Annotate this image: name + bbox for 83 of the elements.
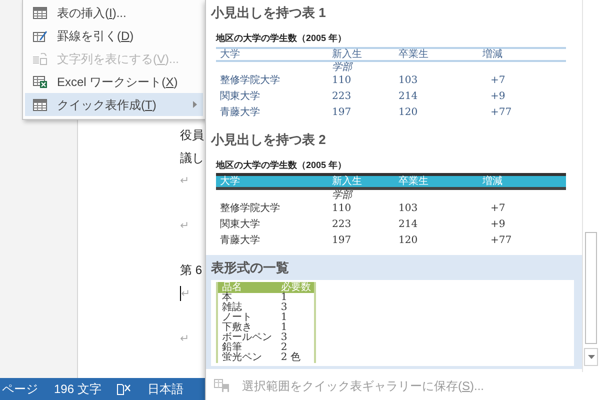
table-header-cell: 増減 [478,48,566,60]
body-text: 第 6 [180,263,202,277]
table-subheading: 学部 [328,188,394,201]
table-cell: 3 [276,333,315,343]
table-cell: 蛍光ペン [217,353,277,363]
menu-item[interactable]: 罫線を引く(D) [25,24,203,47]
table-header-cell: 卒業生 [394,48,478,60]
text-cursor [180,286,181,301]
table-cell-text: 214 [398,218,419,232]
table-cell-text: +77 [490,106,513,120]
table-cell-text: 223 [331,218,352,232]
spreadsheet-icon [33,76,47,88]
body-text: 議し [180,150,204,164]
table-icon [33,98,47,110]
table-subheading: 学部 [328,60,394,72]
table-header-cell: 増減 [478,174,566,188]
table-cell-text: +77 [490,234,513,248]
table-caption: 地区の大学の学生数（2005 年） [216,33,347,44]
table-cell: 2 色 [276,353,315,363]
table-cell-text: 214 [398,90,419,104]
table-cell-text: 青藤大学 [219,106,261,120]
table-cell: 本 [217,293,277,303]
gallery-item-title: 小見出しを持つ表 1 [211,4,326,22]
body-text: 役員 [180,128,204,142]
menu-item[interactable]: 表の挿入(I)... [25,1,203,24]
table-header-cell: 大学 [216,174,328,188]
paragraph-mark: ↵ [180,332,189,344]
table-header-cell: 卒業生 [394,174,478,188]
gallery-item[interactable]: 小見出しを持つ表 1 地区の大学の学生数（2005 年） 大学 新入生 卒業生 増減 学部 整修学院大学 110 103 +7 関東大学 223 214 +9 青藤大学 197 120 +77 [206,0,582,126]
table-cell: 鉛筆 [217,343,277,353]
scrollbar-thumb[interactable] [585,232,597,344]
table-cell: 下敷き [217,323,277,333]
table-cell-text: 120 [398,106,419,120]
scroll-down-button[interactable] [584,348,598,366]
table-header-cell: 新入生 [328,48,394,60]
table-cell-text: 197 [331,234,352,248]
table-cell-text: 整修学院大学 [219,202,281,216]
gallery-item-title: 表形式の一覧 [211,259,289,277]
table-cell-text: 223 [331,90,352,104]
table-cell-text: +9 [490,218,506,232]
paragraph-mark: ↵ [180,220,189,232]
table-cell-text: 110 [331,74,352,88]
table-cell-text: 103 [398,202,419,216]
menu-item[interactable]: Excel ワークシート(X) [25,70,203,93]
pencil-table-icon [33,30,47,42]
table-header-cell: 大学 [216,48,328,60]
table-cell-text: +7 [490,74,506,88]
table-cell-text: +9 [490,90,506,104]
table-cell-text: +7 [490,202,506,216]
table-cell: 3 [276,303,315,313]
table-cell-text: 120 [398,234,419,248]
table-cell-text: 103 [398,74,419,88]
table-cell: 1 [276,293,315,303]
table-header-cell: 必要数 [276,282,315,293]
paragraph-mark: ↵ [181,288,190,300]
status-text: 196 文字 [54,381,102,398]
down-arrow-icon [588,355,594,359]
table-cell-text: 110 [331,202,352,216]
table-cell-text: 関東大学 [219,218,261,232]
table-cell: ボールペン [217,333,277,343]
book-check-icon[interactable] [117,383,132,395]
gallery-item[interactable]: 表形式の一覧 品名 必要数 本 1 雑誌 3 ノート 1 下敷き 1 ボールペン 3 鉛筆 2 蛍光ペン 2 色 [206,255,582,369]
table-header-cell: 品名 [217,282,277,293]
status-text: 日本語 [147,381,184,398]
table-cell: 1 [276,323,315,333]
save-table-icon [214,379,230,393]
table-cell: 1 [276,313,315,323]
table-cell-text: 関東大学 [219,90,261,104]
table-cell: 雑誌 [217,303,277,313]
table-caption: 地区の大学の学生数（2005 年） [216,160,347,170]
text-table-icon [33,52,47,64]
table-cell-text: 197 [331,106,352,120]
table-cell: ノート [217,313,277,323]
table-cell: 2 [276,343,315,353]
gallery-item-title: 小見出しを持つ表 2 [211,130,326,148]
gallery-item[interactable]: 小見出しを持つ表 2 地区の大学の学生数（2005 年） 大学 新入生 卒業生 増減 学部 整修学院大学 110 103 +7 関東大学 223 214 +9 青藤大学 197 120 +77 [206,126,582,255]
paragraph-mark: ↵ [180,175,189,187]
menu-item[interactable]: クイック表作成(T) [25,93,203,116]
table-header-cell: 新入生 [328,174,394,188]
status-text: ページ [2,381,38,398]
table-cell-text: 青藤大学 [219,234,261,248]
table-cell-text: 整修学院大学 [219,74,281,88]
table-icon [33,6,47,18]
